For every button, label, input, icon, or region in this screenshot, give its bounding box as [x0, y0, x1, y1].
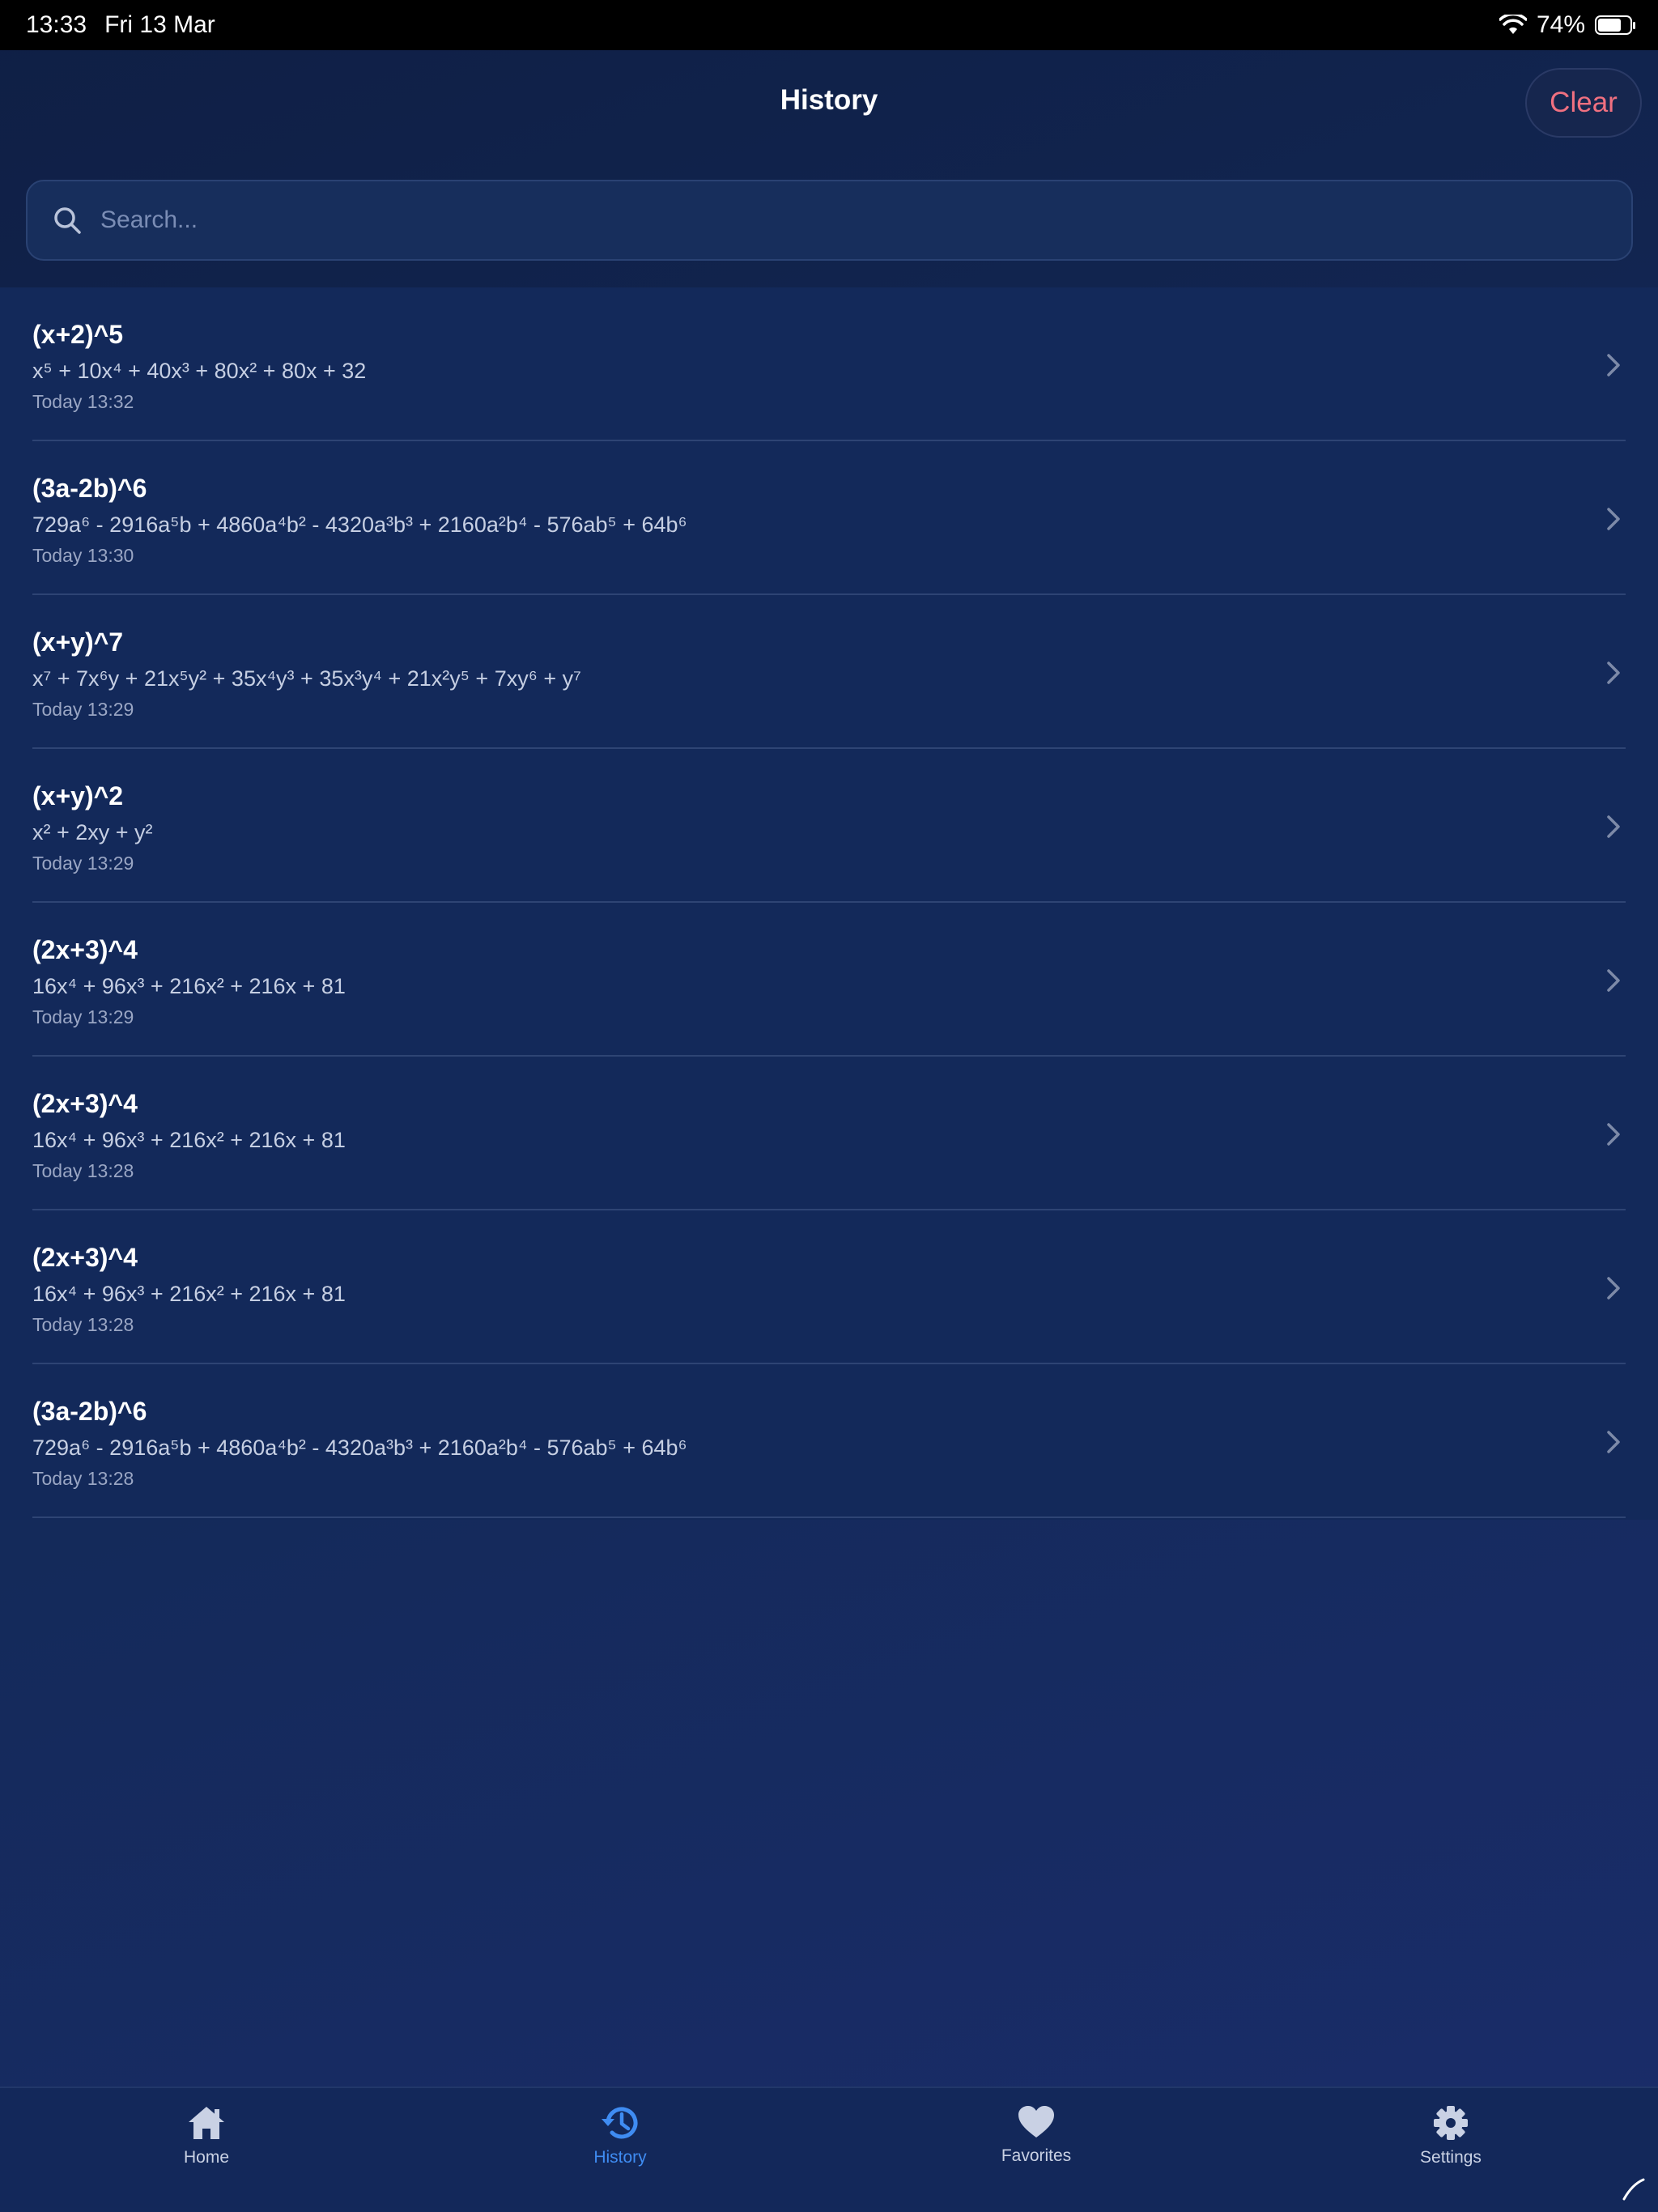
history-result: x⁵ + 10x⁴ + 40x³ + 80x² + 80x + 32: [32, 359, 367, 383]
history-result: 16x⁴ + 96x³ + 216x² + 216x + 81: [32, 1128, 346, 1152]
wifi-icon: [1499, 15, 1527, 34]
history-timestamp: Today 13:28: [32, 1468, 134, 1489]
gear-icon: [1434, 2106, 1468, 2140]
history-timestamp: Today 13:28: [32, 1314, 134, 1335]
history-result: 729a⁶ - 2916a⁵b + 4860a⁴b² - 4320a³b³ + …: [32, 1436, 687, 1460]
chevron-right-icon: [1607, 508, 1620, 530]
history-expression: (x+y)^7: [32, 627, 124, 657]
tab-history-label: History: [593, 2148, 647, 2167]
history-icon: [602, 2107, 638, 2139]
history-timestamp: Today 13:29: [32, 853, 134, 874]
chevron-right-icon: [1607, 354, 1620, 376]
search-icon: [54, 207, 81, 234]
chevron-right-icon: [1607, 1431, 1620, 1453]
battery-level: [1598, 19, 1622, 32]
tab-settings-label: Settings: [1420, 2148, 1482, 2167]
history-row[interactable]: (3a-2b)^6 729a⁶ - 2916a⁵b + 4860a⁴b² - 43…: [0, 1364, 1658, 1518]
history-timestamp: Today 13:28: [32, 1160, 134, 1181]
battery-percent: 74%: [1536, 11, 1585, 38]
chevron-right-icon: [1607, 1277, 1620, 1300]
history-expression: (2x+3)^4: [32, 935, 138, 964]
home-icon: [189, 2107, 224, 2139]
tab-home[interactable]: Home: [125, 2104, 287, 2167]
history-result: 729a⁶ - 2916a⁵b + 4860a⁴b² - 4320a³b³ + …: [32, 513, 687, 537]
tab-favorites[interactable]: Favorites: [955, 2104, 1117, 2166]
search-input[interactable]: [99, 206, 1631, 235]
history-row[interactable]: (2x+3)^4 16x⁴ + 96x³ + 216x² + 216x + 81 T…: [0, 903, 1658, 1057]
tab-favorites-label: Favorites: [1001, 2146, 1072, 2165]
history-row[interactable]: (3a-2b)^6 729a⁶ - 2916a⁵b + 4860a⁴b² - 43…: [0, 441, 1658, 595]
history-result: 16x⁴ + 96x³ + 216x² + 216x + 81: [32, 974, 346, 998]
history-list: (x+2)^5 x⁵ + 10x⁴ + 40x³ + 80x² + 80x + 3…: [0, 287, 1658, 1520]
chevron-right-icon: [1607, 1123, 1620, 1146]
history-expression: (3a-2b)^6: [32, 1397, 147, 1426]
history-timestamp: Today 13:32: [32, 391, 134, 412]
clear-button[interactable]: Clear: [1525, 68, 1642, 138]
history-expression: (3a-2b)^6: [32, 474, 147, 503]
row-divider: [32, 1516, 1626, 1518]
page-title: History: [780, 84, 878, 116]
tab-home-label: Home: [183, 2148, 230, 2167]
chevron-right-icon: [1607, 815, 1620, 838]
status-bar: 13:33 Fri 13 Mar 74%: [0, 0, 1658, 50]
status-time: 13:33: [26, 11, 87, 38]
history-result: x² + 2xy + y²: [32, 820, 153, 844]
history-expression: (x+2)^5: [32, 320, 124, 349]
history-result: 16x⁴ + 96x³ + 216x² + 216x + 81: [32, 1282, 346, 1306]
pencil-indicator-icon: [1622, 2178, 1645, 2201]
history-row[interactable]: (2x+3)^4 16x⁴ + 96x³ + 216x² + 216x + 81 T…: [0, 1057, 1658, 1210]
history-result: x⁷ + 7x⁶y + 21x⁵y² + 35x⁴y³ + 35x³y⁴ + 2…: [32, 666, 581, 691]
history-row[interactable]: (x+2)^5 x⁵ + 10x⁴ + 40x³ + 80x² + 80x + 3…: [0, 287, 1658, 441]
history-expression: (2x+3)^4: [32, 1089, 138, 1118]
chevron-right-icon: [1607, 969, 1620, 992]
history-row[interactable]: (2x+3)^4 16x⁴ + 96x³ + 216x² + 216x + 81 T…: [0, 1210, 1658, 1364]
history-timestamp: Today 13:30: [32, 545, 134, 566]
tab-history[interactable]: History: [539, 2104, 701, 2167]
tab-bar: Home History Favorites Settings: [0, 2087, 1658, 2212]
status-bar-right: 74%: [1499, 11, 1635, 39]
nav-header: History Clear: [0, 50, 1658, 155]
history-row[interactable]: (x+y)^2 x² + 2xy + y² Today 13:29: [0, 749, 1658, 903]
status-date: Fri 13 Mar: [104, 11, 215, 38]
tab-settings[interactable]: Settings: [1370, 2104, 1532, 2167]
search-bar[interactable]: [26, 180, 1633, 261]
heart-icon: [1018, 2106, 1054, 2138]
history-expression: (x+y)^2: [32, 781, 124, 810]
battery-icon: [1595, 15, 1635, 35]
history-row[interactable]: (x+y)^7 x⁷ + 7x⁶y + 21x⁵y² + 35x⁴y³ + 35x…: [0, 595, 1658, 749]
history-timestamp: Today 13:29: [32, 1006, 134, 1027]
chevron-right-icon: [1607, 661, 1620, 684]
history-timestamp: Today 13:29: [32, 699, 134, 720]
history-expression: (2x+3)^4: [32, 1243, 138, 1272]
status-bar-left: 13:33 Fri 13 Mar: [26, 11, 215, 39]
